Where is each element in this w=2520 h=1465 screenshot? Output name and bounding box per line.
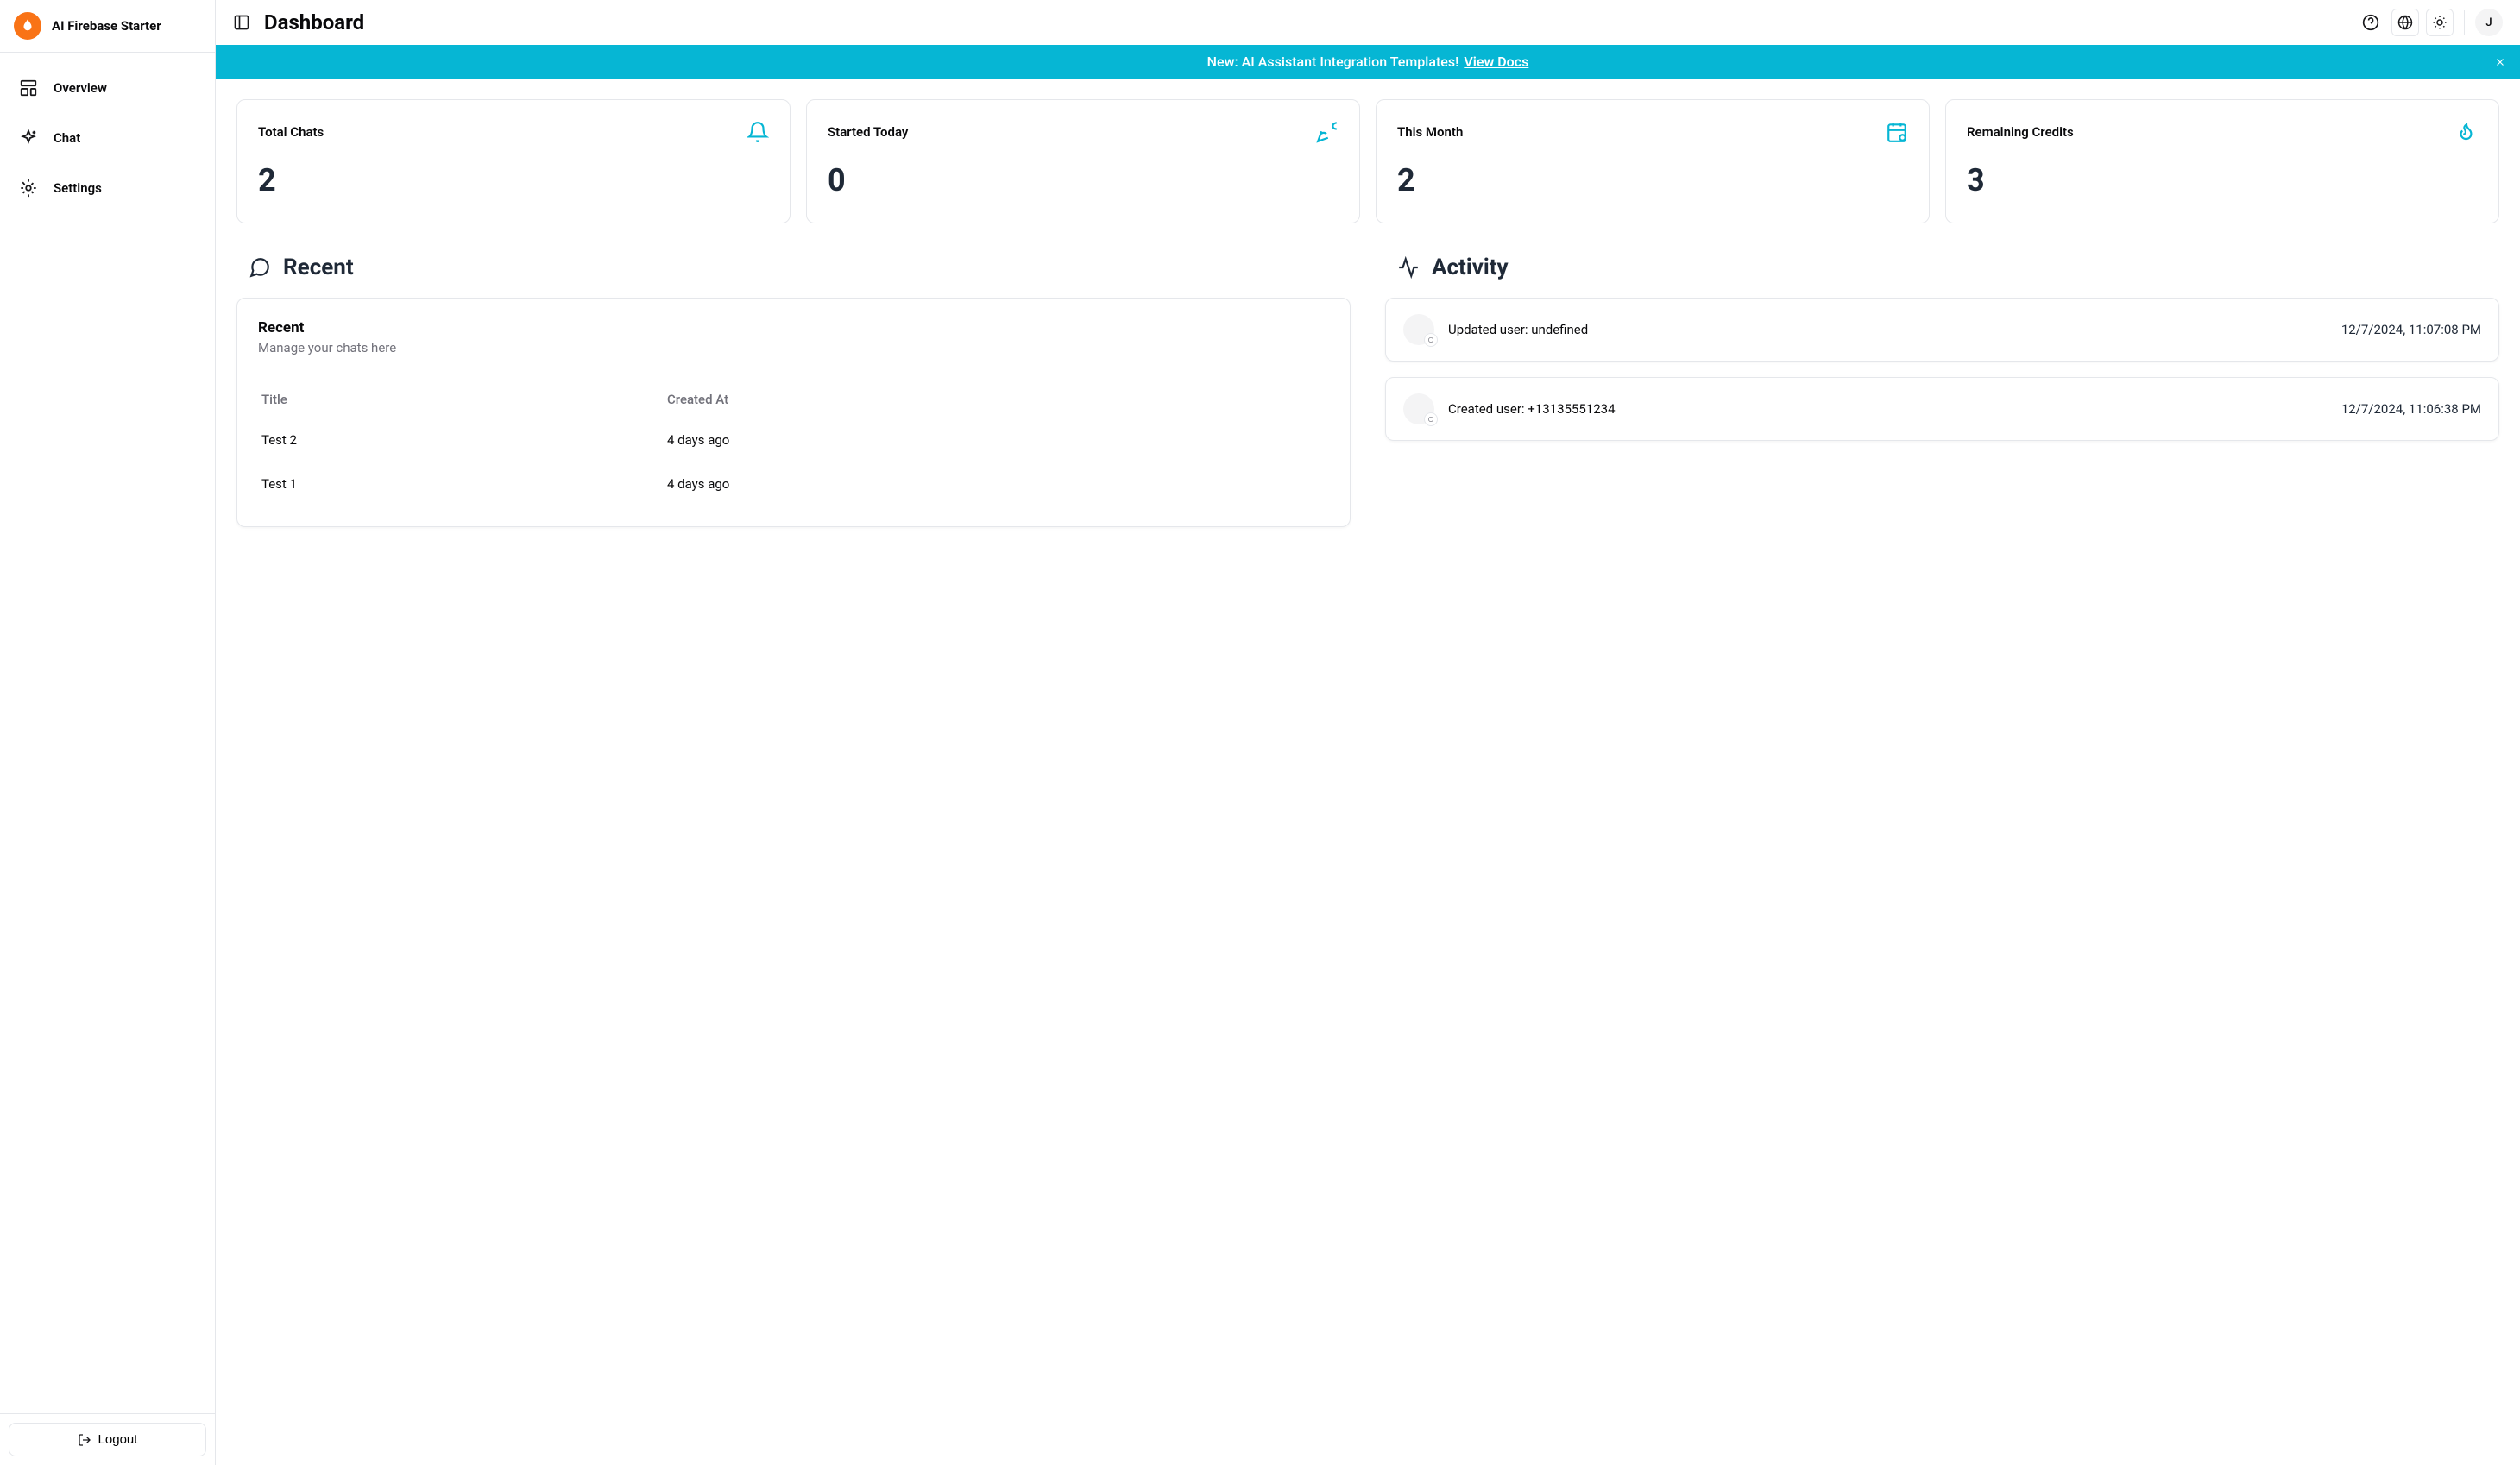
topbar-actions: J (2357, 9, 2503, 36)
cell-created: 4 days ago (664, 462, 1329, 506)
sidebar: AI Firebase Starter Overview Chat Settin… (0, 0, 216, 1465)
calendar-icon (1886, 121, 1908, 143)
logout-button[interactable]: Logout (9, 1423, 206, 1456)
activity-list: Updated user: undefined 12/7/2024, 11:07… (1385, 298, 2499, 441)
content-area: Total Chats 2 Started Today 0 (216, 79, 2520, 548)
stat-value: 3 (1967, 162, 2478, 198)
nav-list: Overview Chat Settings (0, 53, 215, 1413)
activity-avatar (1403, 314, 1434, 345)
confetti-icon (1316, 121, 1339, 143)
main-content: Dashboard J New: AI Assistant Integratio… (216, 0, 2520, 1465)
cell-title: Test 1 (258, 462, 664, 506)
page-title: Dashboard (264, 10, 364, 35)
stat-value: 2 (1397, 162, 1908, 198)
sidebar-header: AI Firebase Starter (0, 0, 215, 53)
topbar: Dashboard J (216, 0, 2520, 45)
logout-label: Logout (98, 1432, 138, 1447)
flame-icon (2455, 121, 2478, 143)
chat-icon (249, 256, 271, 279)
nav-label: Settings (54, 180, 102, 196)
col-title: Title (258, 381, 664, 418)
activity-time: 12/7/2024, 11:06:38 PM (2341, 401, 2481, 417)
banner-text: New: AI Assistant Integration Templates! (1207, 53, 1459, 70)
message-bubble-icon (1424, 412, 1438, 426)
activity-icon (1397, 256, 1420, 279)
stat-card-total-chats: Total Chats 2 (236, 99, 791, 223)
recent-heading: Recent (283, 255, 354, 280)
table-row[interactable]: Test 2 4 days ago (258, 418, 1329, 462)
nav-item-settings[interactable]: Settings (10, 167, 205, 210)
stat-label: Remaining Credits (1967, 124, 2074, 140)
logout-icon (78, 1433, 91, 1447)
app-logo (14, 12, 41, 40)
stat-label: This Month (1397, 124, 1463, 140)
recent-card: Recent Manage your chats here Title Crea… (236, 298, 1351, 527)
activity-section: Activity Updated user: undefined 12/7 (1385, 255, 2499, 527)
stat-label: Total Chats (258, 124, 324, 140)
activity-item[interactable]: Updated user: undefined 12/7/2024, 11:07… (1385, 298, 2499, 362)
stat-card-started-today: Started Today 0 (806, 99, 1360, 223)
table-row[interactable]: Test 1 4 days ago (258, 462, 1329, 506)
activity-text: Updated user: undefined (1448, 322, 2328, 337)
recent-section: Recent Recent Manage your chats here Tit… (236, 255, 1351, 527)
gear-icon (19, 179, 38, 198)
sparkle-icon (19, 129, 38, 148)
stat-card-remaining-credits: Remaining Credits 3 (1945, 99, 2499, 223)
activity-avatar (1403, 393, 1434, 424)
activity-heading: Activity (1432, 255, 1509, 280)
nav-item-overview[interactable]: Overview (10, 66, 205, 110)
recent-card-subtitle: Manage your chats here (258, 340, 1329, 355)
panel-toggle-icon[interactable] (233, 14, 250, 31)
overview-icon (19, 79, 38, 97)
globe-button[interactable] (2391, 9, 2419, 36)
announcement-banner: New: AI Assistant Integration Templates!… (216, 45, 2520, 79)
banner-link[interactable]: View Docs (1464, 53, 1528, 70)
help-button[interactable] (2357, 9, 2385, 36)
recent-table: Title Created At Test 2 4 days ago (258, 381, 1329, 506)
cell-title: Test 2 (258, 418, 664, 462)
nav-label: Chat (54, 130, 80, 146)
stat-value: 0 (828, 162, 1339, 198)
stat-card-this-month: This Month 2 (1376, 99, 1930, 223)
sidebar-footer: Logout (0, 1413, 215, 1465)
theme-toggle-button[interactable] (2426, 9, 2454, 36)
activity-text: Created user: +13135551234 (1448, 401, 2328, 417)
nav-label: Overview (54, 80, 107, 96)
divider (2464, 10, 2465, 35)
close-icon[interactable] (2494, 56, 2506, 68)
stat-value: 2 (258, 162, 769, 198)
nav-item-chat[interactable]: Chat (10, 116, 205, 160)
cell-created: 4 days ago (664, 418, 1329, 462)
message-bubble-icon (1424, 333, 1438, 347)
brand-name: AI Firebase Starter (52, 18, 161, 34)
bell-icon (747, 121, 769, 143)
stat-label: Started Today (828, 124, 908, 140)
col-created: Created At (664, 381, 1329, 418)
activity-item[interactable]: Created user: +13135551234 12/7/2024, 11… (1385, 377, 2499, 441)
recent-card-title: Recent (258, 319, 1329, 336)
user-avatar[interactable]: J (2475, 9, 2503, 36)
activity-time: 12/7/2024, 11:07:08 PM (2341, 322, 2481, 337)
stats-row: Total Chats 2 Started Today 0 (236, 99, 2499, 223)
